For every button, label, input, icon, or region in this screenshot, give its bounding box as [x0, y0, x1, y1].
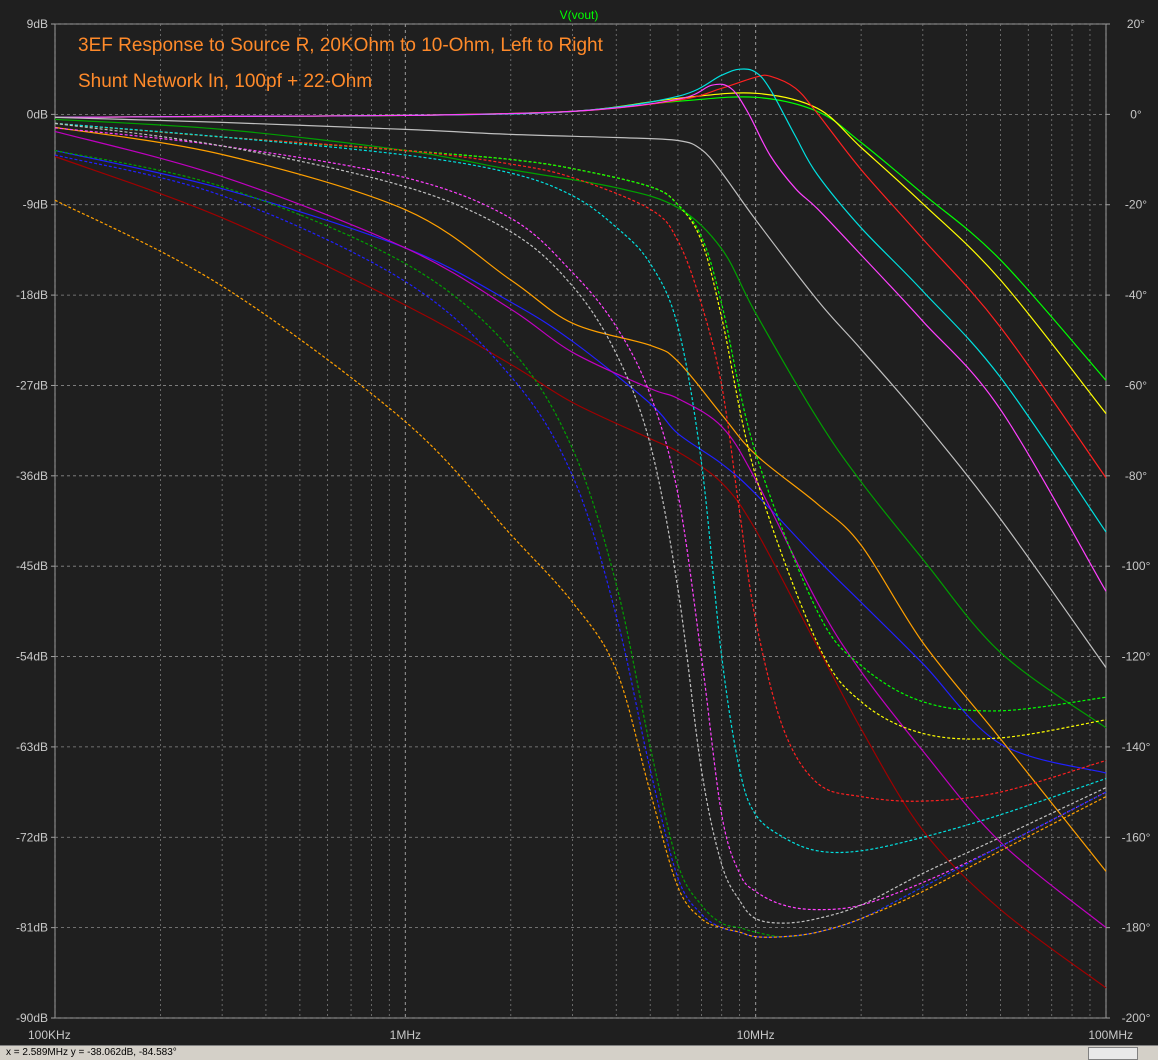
y-right-tick-label: -180°	[1122, 921, 1151, 935]
y-right-tick-label: -20°	[1125, 198, 1147, 212]
y-right-tick-label: -140°	[1122, 740, 1151, 754]
y-left-tick-label: -54dB	[16, 650, 48, 664]
annotation-line-2: Shunt Network In, 100pf + 22-Ohm	[78, 71, 372, 92]
x-tick-label: 10MHz	[737, 1028, 775, 1042]
y-left-tick-label: 0dB	[27, 107, 48, 121]
cursor-readout: x = 2.589MHz y = -38.062dB, -84.583°	[6, 1047, 177, 1058]
y-left-tick-label: -36dB	[16, 469, 48, 483]
status-bar: x = 2.589MHz y = -38.062dB, -84.583°	[0, 1045, 1158, 1060]
y-left-tick-label: -63dB	[16, 740, 48, 754]
y-right-tick-label: -160°	[1122, 830, 1151, 844]
y-right-tick-label: -100°	[1122, 559, 1151, 573]
y-right-tick-label: 20°	[1127, 17, 1145, 31]
y-left-tick-label: -9dB	[23, 198, 48, 212]
bode-plot[interactable]: 9dB 0dB -9dB -18dB -27dB -36dB -45dB -54dB -63dB…	[0, 0, 1158, 1045]
y-right-tick-label: -80°	[1125, 469, 1147, 483]
y-right-tick-label: 0°	[1130, 107, 1142, 121]
plot-window[interactable]: 9dB 0dB -9dB -18dB -27dB -36dB -45dB -54dB -63dB…	[0, 0, 1158, 1045]
status-panel	[1088, 1047, 1138, 1060]
y-left-tick-label: 9dB	[27, 17, 48, 31]
annotation-line-1: 3EF Response to Source R, 20KOhm to 10-O…	[78, 35, 604, 56]
y-right-tick-label: -60°	[1125, 378, 1147, 392]
y-right-tick-label: -200°	[1122, 1011, 1151, 1025]
y-right-tick-label: -40°	[1125, 288, 1147, 302]
x-tick-label: 100KHz	[28, 1028, 71, 1042]
y-left-tick-label: -45dB	[16, 559, 48, 573]
y-left-tick-label: -90dB	[16, 1011, 48, 1025]
y-left-tick-label: -18dB	[16, 288, 48, 302]
y-left-tick-label: -81dB	[16, 921, 48, 935]
x-tick-label: 100MHz	[1088, 1028, 1133, 1042]
chart-title: V(vout)	[560, 8, 599, 22]
y-right-tick-label: -120°	[1122, 650, 1151, 664]
y-left-tick-label: -27dB	[16, 378, 48, 392]
x-tick-label: 1MHz	[390, 1028, 421, 1042]
y-left-tick-label: -72dB	[16, 830, 48, 844]
